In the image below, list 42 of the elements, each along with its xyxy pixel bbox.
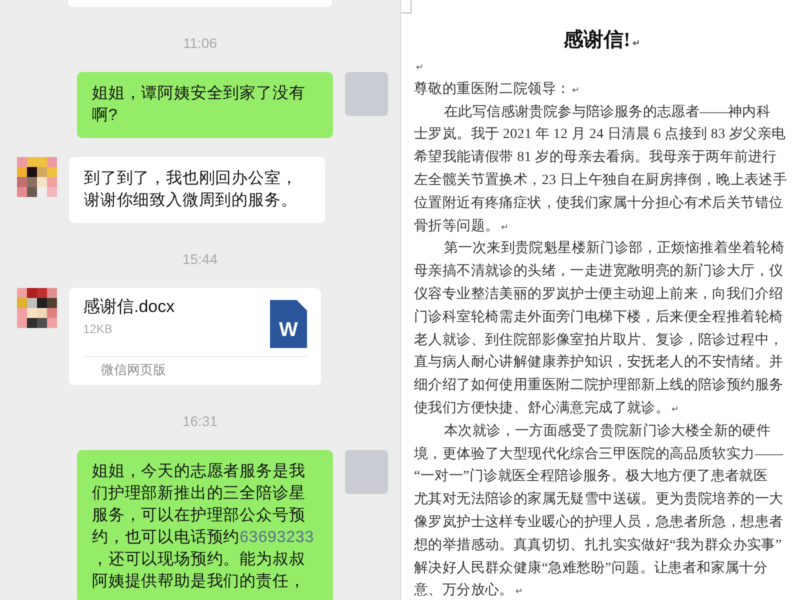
letter-text-line: 左全髋关节置换术，23 日上午独自在厨房摔倒，晚上表述手: [414, 171, 788, 190]
letter-text-line: 境，更体验了大型现代化综合三甲医院的高品质软实力——: [414, 445, 784, 464]
pixelated-avatar: [17, 288, 57, 328]
letter-text-line: 尤其对无法陪诊的家属无疑雪中送碳。更为贵院培养的一大: [414, 490, 784, 510]
message-bubble: 姐姐，今天的志愿者服务是我们护理部新推出的三全陪诊星服务，可以在护理部公众号预约，也可以电话预约63693233 ，还可以现场预约。能为叔叔阿姨提供帮助是我们的责任，: [77, 450, 333, 600]
letter-text-line: 尊敬的重医附二院领导：↵: [414, 80, 582, 99]
letter-text-line: 士罗岚。我于 2021 年 12 月 24 日清晨 6 点接到 83 岁父亲电: [414, 125, 787, 144]
letter-text-line: 解决好人民群众健康“急难愁盼”问题。让患者和家属十分: [414, 559, 769, 578]
letter-text-line: “一对一”门诊就医全程陪诊服务。极大地方便了患者就医: [414, 467, 769, 486]
timestamp: 11:06: [183, 34, 217, 52]
letter-text-line: 本次就诊，一方面感受了贵院新门诊大楼全新的硬件: [443, 422, 772, 441]
letter-text-line: 门诊科室轮椅需走外面旁门电梯下楼，后来便全程推着轮椅: [414, 308, 784, 327]
file-size: 12KB: [83, 322, 114, 336]
letter-text-line: 想的举措感动。真真切切、扎扎实实做好“我为群众办实事”: [414, 536, 783, 555]
letter-text-line: 细介绍了如何使用重医附二院护理部新上线的陪诊预约服务: [414, 376, 784, 396]
letter-text-line: 使我们方便快捷、舒心满意完成了就诊。↵: [414, 399, 681, 418]
photo-placeholder: [345, 72, 388, 116]
letter-text-line: 第一次来到贵院魁星楼新门诊部，正烦恼推着坐着轮椅: [443, 239, 786, 258]
letter-text-line: 直与病人耐心讲解健康养护知识，安抚老人的不安情绪。并: [414, 353, 784, 372]
letter-text-line: 希望我能请假带 81 岁的母亲去看病。我母亲于两年前进行: [414, 148, 778, 168]
letter-text-line: 老人就诊、到住院部影像室拍片取片、复诊，陪诊过程中，: [414, 331, 784, 350]
source-label: 微信网页版: [83, 356, 307, 385]
timestamp: 15:44: [182, 250, 218, 268]
letter-text-line: ↵: [415, 61, 426, 74]
photo-placeholder: [345, 450, 388, 494]
phone-link[interactable]: 63693233: [240, 529, 314, 546]
letter-text-line: 骨折等问题。↵: [414, 218, 510, 236]
message-bubble: 姐姐，谭阿姨安全到家了没有啊?: [77, 72, 333, 138]
letter-text-line: 位置附近有疼痛症状，使我们家属十分担心有术后关节错位: [414, 194, 784, 213]
letter-text-line: 母亲搞不清就诊的头绪，一走进宽敞明亮的新门诊大厅，仪: [414, 262, 784, 282]
crop-mark-icon: [401, 0, 412, 14]
file-card[interactable]: 感谢信.docx 12KB W 微信网页版: [69, 288, 321, 385]
letter-text-line: 仪容专业整洁美丽的罗岚护士便主动迎上前来，向我们介绍: [414, 285, 784, 304]
message-bubble: 到了到了，我也刚回办公室，谢谢你细致入微周到的服务。: [69, 157, 325, 223]
letter-text-line: 在此写信感谢贵院参与陪诊服务的志愿者——神内科: [443, 103, 772, 122]
letter-title: 感谢信!↵: [562, 28, 642, 53]
letter-text-line: 意、万分放心。↵: [414, 581, 525, 600]
pixelated-avatar: [17, 157, 57, 197]
file-name: 感谢信.docx: [83, 296, 175, 318]
timestamp: 16:31: [182, 412, 218, 430]
letter-text-line: 像罗岚护士这样专业暖心的护理人员，急患者所急，想患者: [414, 513, 784, 532]
document-icon: W: [270, 300, 307, 348]
